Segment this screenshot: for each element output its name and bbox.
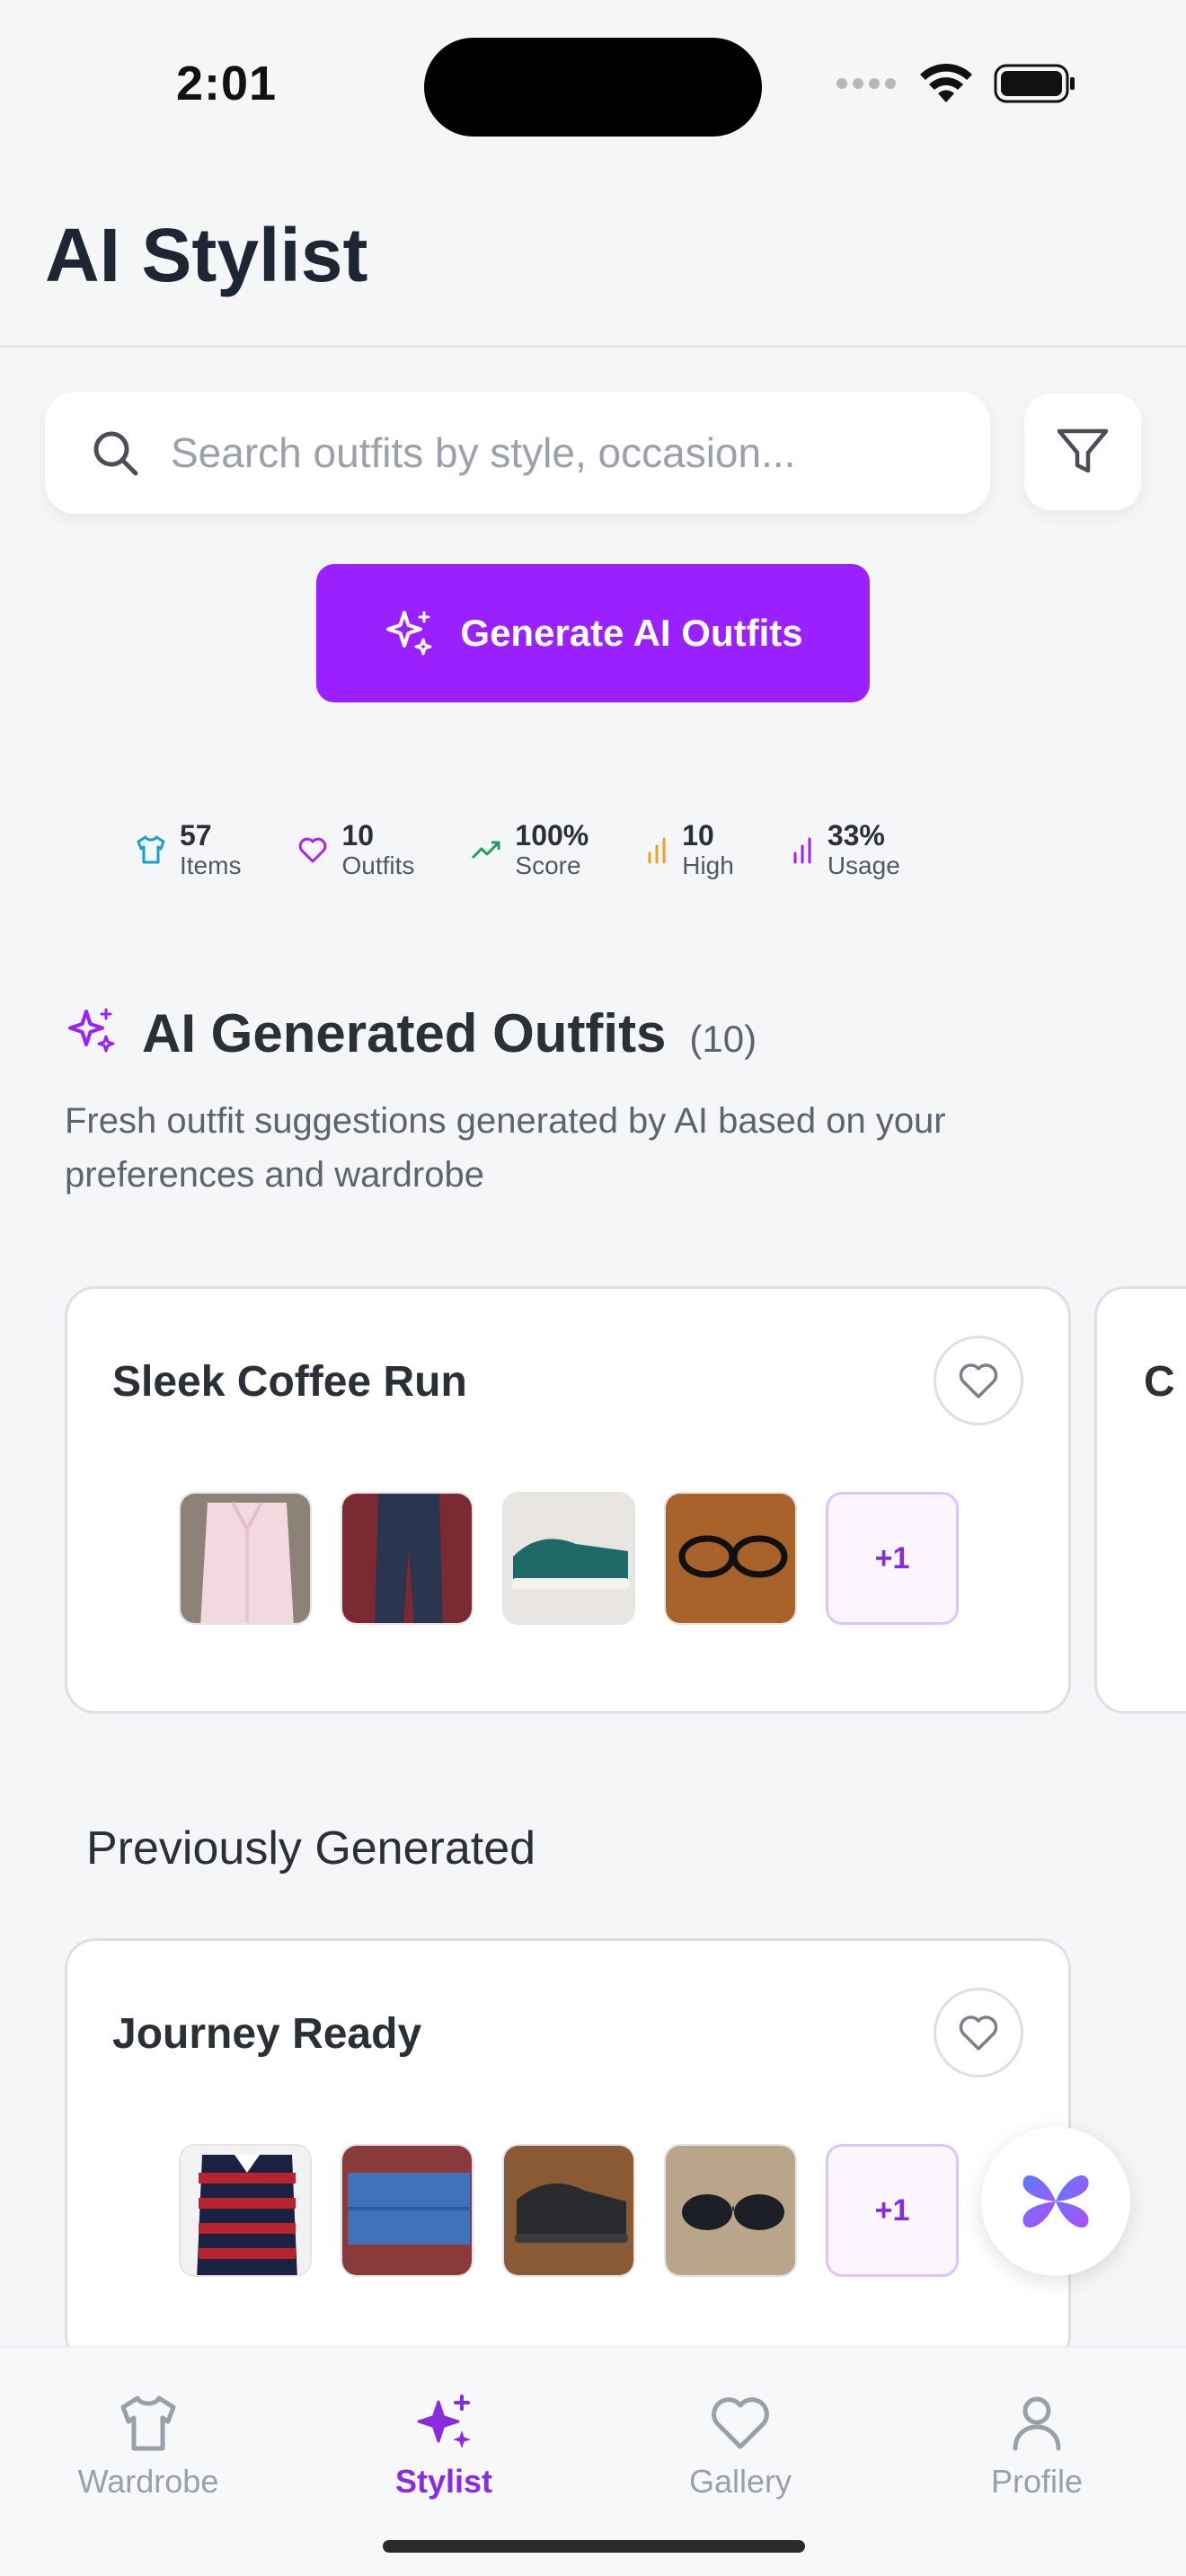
tab-profile[interactable]: Profile	[929, 2391, 1145, 2501]
item-thumbnail-black-glasses[interactable]	[664, 1492, 797, 1625]
search-icon	[93, 431, 138, 476]
heart-icon	[299, 837, 327, 863]
item-thumbnail-sunglasses[interactable]	[664, 2144, 797, 2277]
favorite-button[interactable]	[934, 1336, 1023, 1425]
outfit-card[interactable]: Sleek Coffee Run +1	[65, 1286, 1071, 1714]
item-thumbnail-teal-sneakers[interactable]	[502, 1492, 635, 1625]
status-time: 2:01	[176, 57, 278, 110]
stat-value: 100%	[515, 819, 589, 851]
glasses-photo	[666, 1494, 795, 1623]
jeans-photo	[342, 2146, 472, 2275]
page-title: AI Stylist	[45, 213, 368, 297]
stat-outfits: 10 Outfits	[296, 819, 414, 880]
tab-stylist[interactable]: Stylist	[336, 2391, 552, 2501]
item-thumbnail-navy-trousers[interactable]	[341, 1492, 474, 1625]
filter-icon	[1057, 428, 1109, 473]
generate-ai-outfits-button[interactable]: Generate AI Outfits	[316, 564, 870, 702]
section-title-text: AI Generated Outfits	[142, 1003, 667, 1063]
section-title: AI Generated Outfits (10)	[142, 1002, 757, 1064]
item-thumbnail-striped-rugby-shirt[interactable]	[179, 2144, 312, 2277]
stat-value: 10	[682, 819, 714, 851]
stat-high: 10 High	[644, 819, 734, 880]
tab-label: Wardrobe	[77, 2463, 219, 2500]
stat-value: 57	[180, 819, 212, 851]
generate-button-label: Generate AI Outfits	[460, 612, 803, 654]
previous-section-title: Previously Generated	[86, 1822, 536, 1875]
outfit-card[interactable]: Journey Ready +1	[65, 1938, 1071, 2366]
sneakers-photo	[504, 1494, 633, 1623]
sparkles-icon	[417, 2395, 471, 2448]
filter-button[interactable]	[1024, 393, 1141, 510]
more-items-button[interactable]: +1	[826, 1492, 959, 1625]
sparkles-icon	[386, 611, 432, 656]
signal-icon	[836, 78, 896, 89]
stat-label: Items	[180, 851, 242, 879]
stat-label: Outfits	[341, 851, 415, 879]
stat-label: Usage	[827, 851, 900, 879]
tab-label: Stylist	[394, 2463, 493, 2500]
user-icon	[1013, 2396, 1061, 2451]
section-description: Fresh outfit suggestions generated by AI…	[65, 1101, 946, 1195]
assistant-fab-button[interactable]	[981, 2127, 1130, 2276]
header-divider	[0, 345, 1186, 348]
stat-value: 33%	[827, 819, 885, 851]
trousers-photo	[342, 1494, 472, 1623]
heart-icon	[959, 1363, 998, 1398]
outfit-items: +1	[179, 1492, 959, 1625]
section-count: (10)	[689, 1018, 757, 1060]
item-thumbnail-black-sneakers[interactable]	[502, 2144, 635, 2277]
favorite-button[interactable]	[934, 1988, 1023, 2078]
outfit-title: Sleek Coffee Run	[112, 1358, 467, 1406]
status-indicators	[836, 63, 1076, 104]
heart-icon	[959, 2016, 998, 2051]
outfit-card-next[interactable]: C	[1094, 1286, 1186, 1714]
tab-label: Gallery	[688, 2463, 792, 2500]
sneakers-photo	[504, 2146, 633, 2275]
outfit-items: +1	[179, 2144, 959, 2277]
battery-icon	[994, 64, 1075, 103]
wifi-icon	[920, 63, 972, 102]
stat-usage: 33% Usage	[790, 819, 900, 880]
rugby-shirt-photo	[181, 2146, 310, 2275]
stat-items: 57 Items	[135, 819, 241, 880]
stat-value: 10	[341, 819, 375, 851]
shirt-icon	[137, 835, 165, 864]
bar-chart-icon	[648, 837, 666, 864]
tab-label: Profile	[990, 2463, 1084, 2500]
search-input[interactable]	[171, 428, 961, 477]
stat-label: High	[682, 851, 734, 879]
outfit-title: C	[1144, 1358, 1175, 1406]
stat-score: 100% Score	[470, 819, 589, 880]
item-thumbnail-pink-shirt[interactable]	[179, 1492, 312, 1625]
dynamic-island	[424, 38, 762, 137]
sparkles-icon	[68, 1008, 115, 1053]
item-thumbnail-blue-jeans[interactable]	[341, 2144, 474, 2277]
tab-wardrobe[interactable]: Wardrobe	[40, 2391, 256, 2501]
home-indicator	[383, 2540, 805, 2553]
stat-label: Score	[515, 851, 581, 879]
bar-chart-icon	[793, 837, 811, 864]
shirt-icon	[120, 2395, 176, 2451]
heart-icon	[712, 2397, 769, 2449]
sunglasses-photo	[666, 2146, 795, 2275]
more-items-button[interactable]: +1	[826, 2144, 959, 2277]
stats-row: 57 Items 10 Outfits 100% Score 10 High 3…	[135, 819, 956, 880]
tab-gallery[interactable]: Gallery	[633, 2391, 848, 2501]
trending-up-icon	[472, 841, 500, 860]
outfit-title: Journey Ready	[112, 2010, 422, 2058]
shirt-photo	[181, 1494, 310, 1623]
search-bar[interactable]	[45, 392, 990, 514]
butterfly-logo-icon	[1022, 2175, 1089, 2228]
